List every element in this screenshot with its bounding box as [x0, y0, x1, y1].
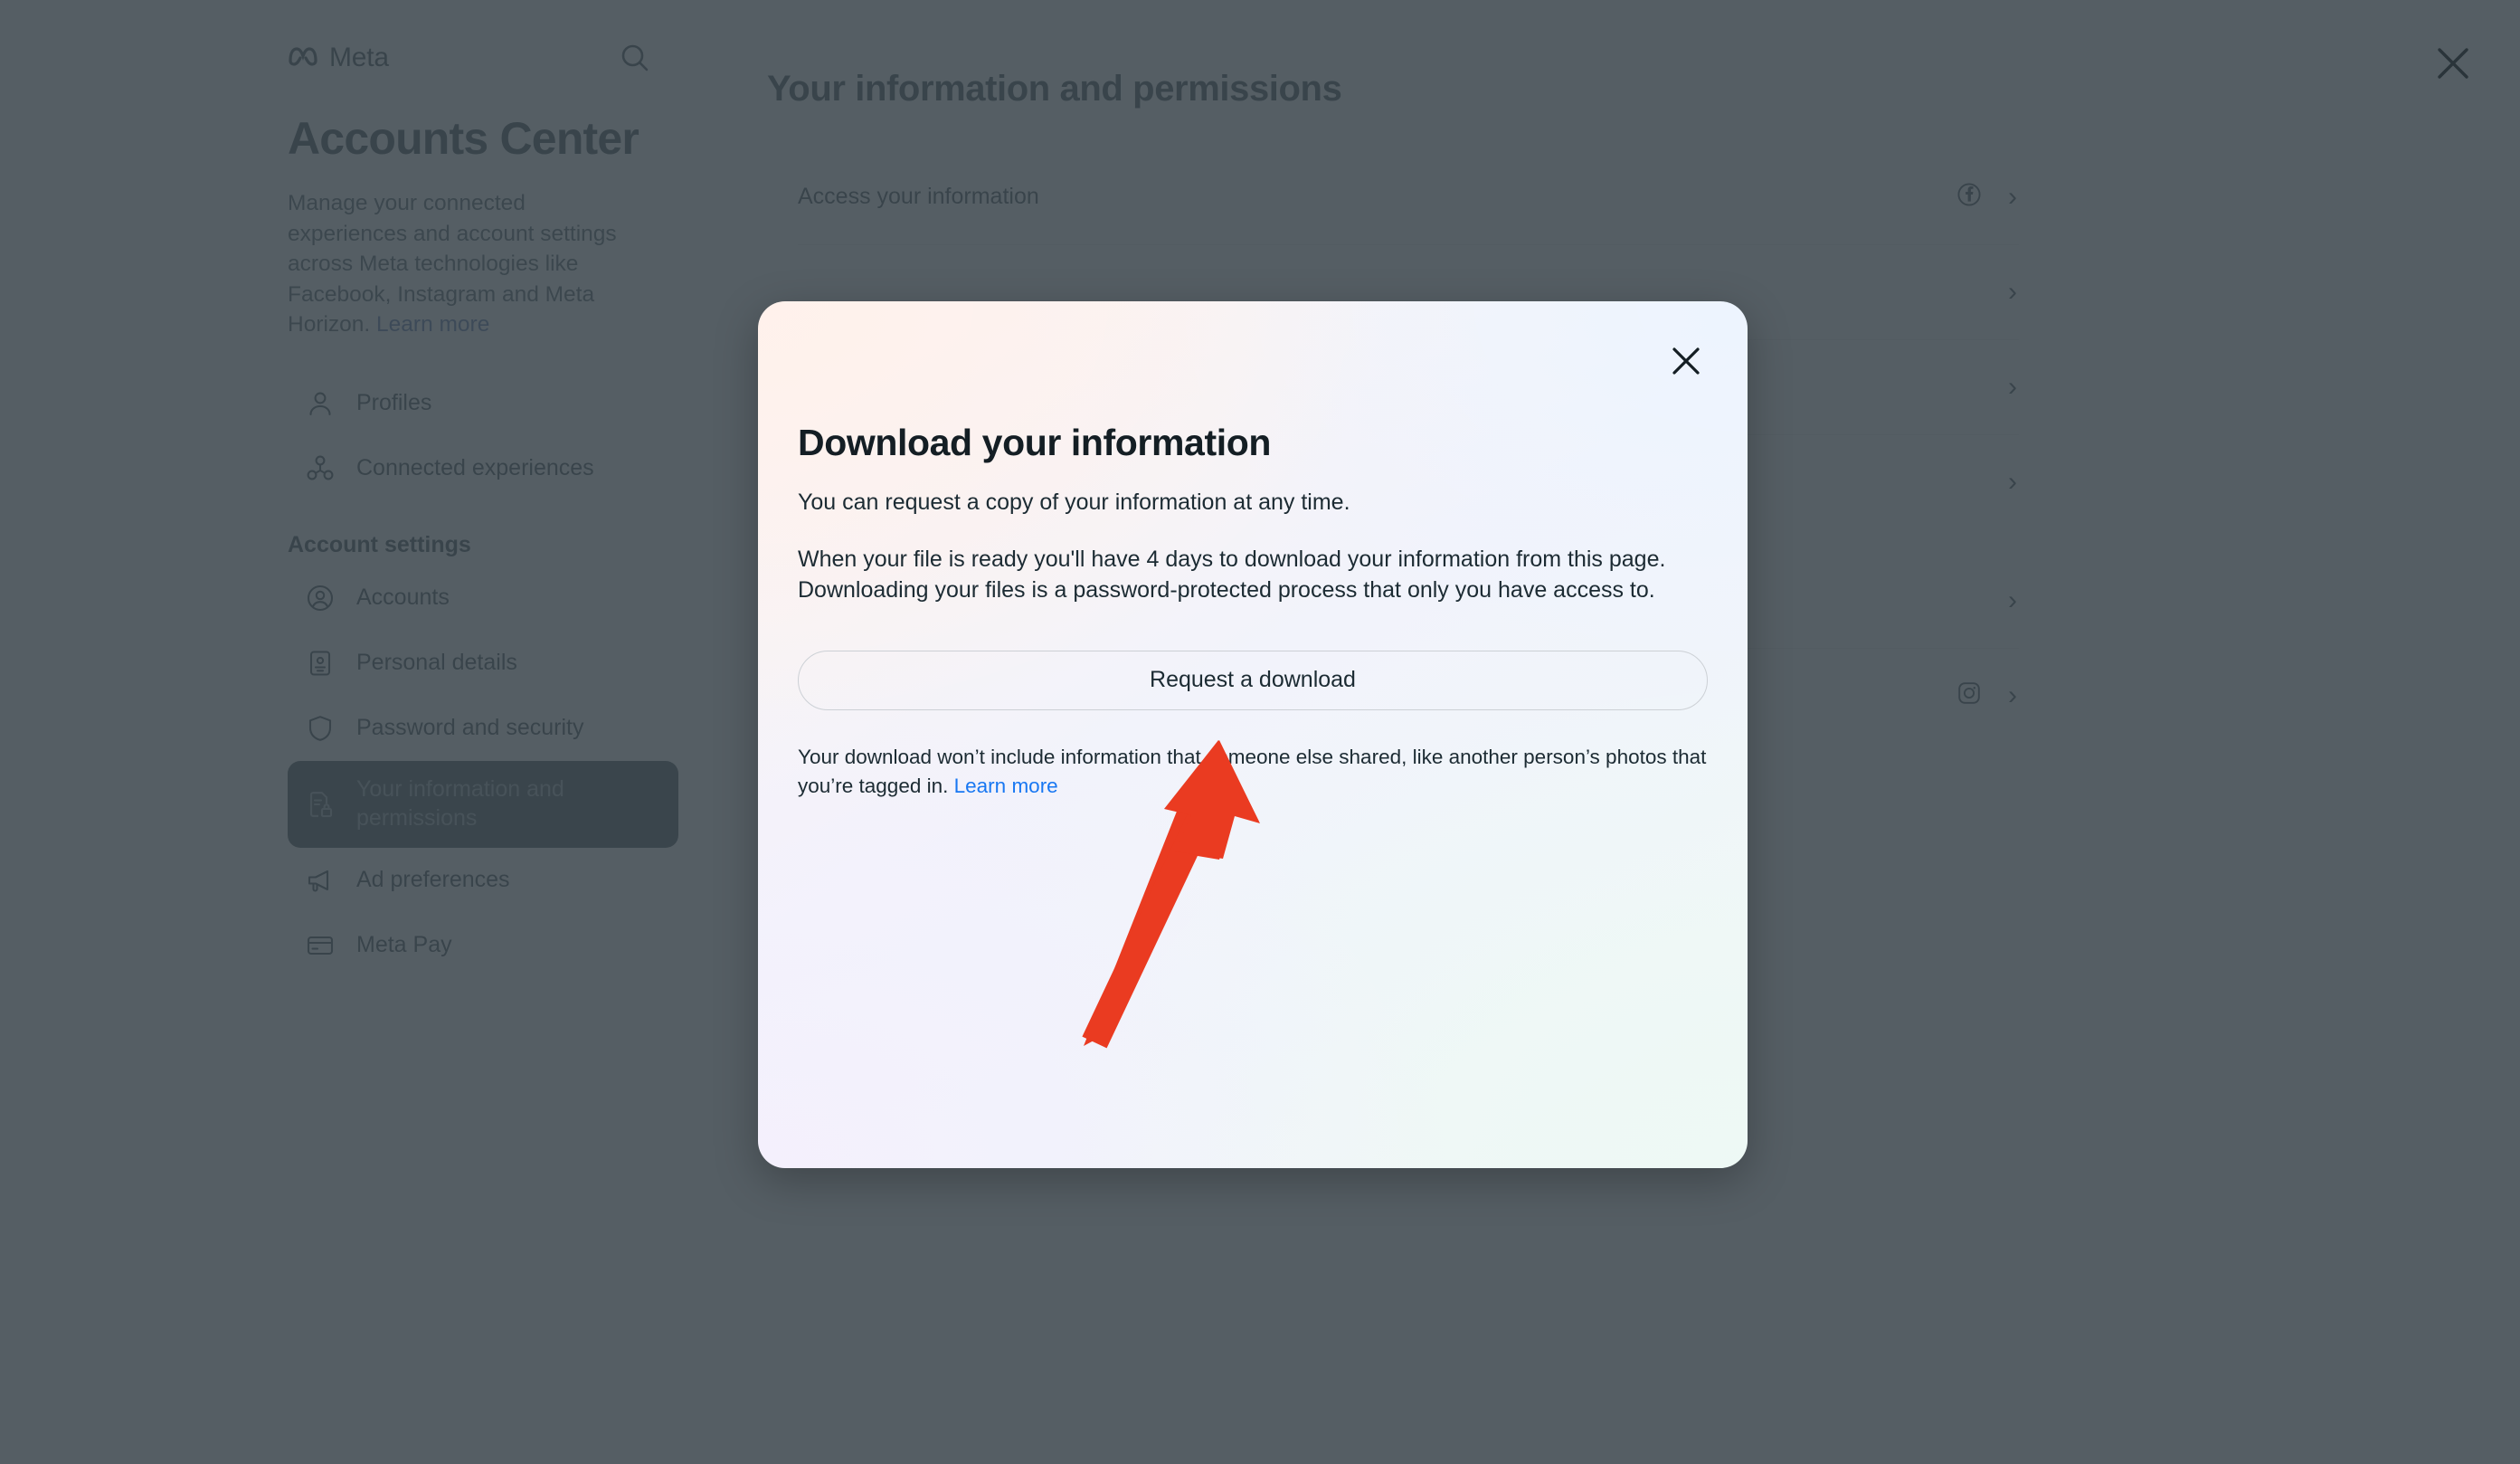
close-icon[interactable] — [2424, 34, 2482, 92]
dialog-fine-print: Your download won’t include information … — [798, 743, 1708, 801]
download-your-information-dialog: Download your information You can reques… — [758, 301, 1748, 1168]
accounts-center-page: Meta Accounts Center Manage your connect… — [0, 0, 2520, 1464]
dialog-learn-more-link[interactable]: Learn more — [954, 775, 1058, 797]
dialog-paragraph-1: You can request a copy of your informati… — [798, 488, 1708, 518]
dialog-fine-print-text: Your download won’t include information … — [798, 746, 1706, 797]
dialog-close-icon[interactable] — [1661, 336, 1711, 386]
request-a-download-button[interactable]: Request a download — [798, 651, 1708, 710]
dialog-paragraph-2: When your file is ready you'll have 4 da… — [798, 545, 1708, 605]
dialog-title: Download your information — [798, 422, 1708, 464]
